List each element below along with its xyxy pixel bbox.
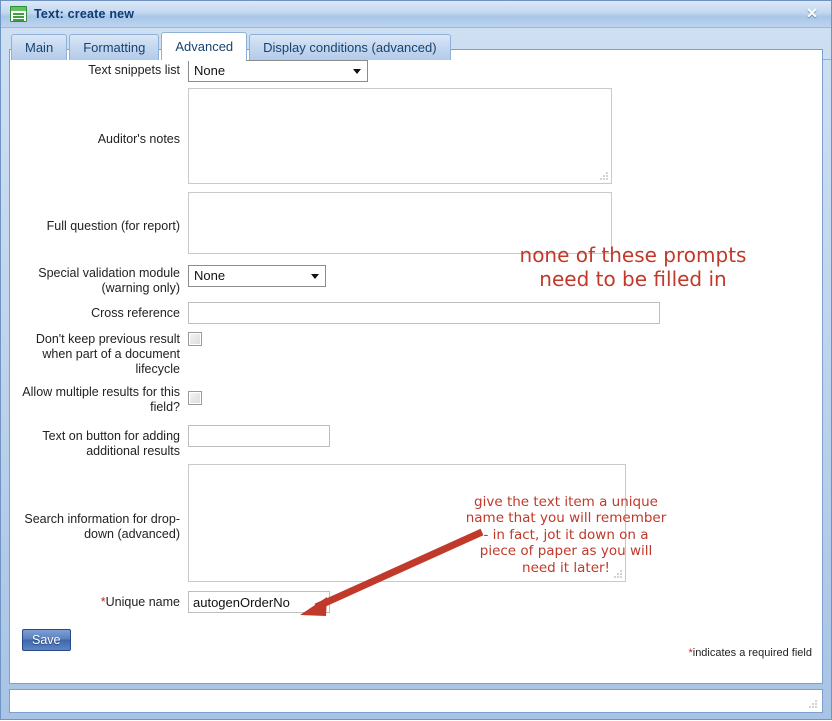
text-snippets-list-value: None bbox=[194, 63, 226, 78]
field-row-auditors-notes: Auditor's notes bbox=[10, 88, 822, 189]
tab-panel-advanced: Text snippets list None Auditor's notes bbox=[9, 49, 823, 684]
save-button[interactable]: Save bbox=[22, 629, 71, 651]
field-row-special-validation: Special validation module (warning only)… bbox=[10, 262, 822, 296]
label-unique-name: *Unique name bbox=[10, 591, 188, 610]
unique-name-label-text: Unique name bbox=[105, 595, 180, 609]
special-validation-select[interactable]: None bbox=[188, 265, 326, 287]
allow-multiple-checkbox[interactable] bbox=[188, 391, 202, 405]
label-button-text: Text on button for adding additional res… bbox=[42, 429, 180, 458]
label-special-validation-module: Special validation module (warning only) bbox=[38, 266, 180, 295]
field-row-text-snippets: Text snippets list None bbox=[10, 60, 822, 82]
search-information-textarea[interactable] bbox=[188, 464, 626, 582]
dialog-window: Text: create new ✕ Main Formatting Advan… bbox=[0, 0, 832, 720]
text-snippets-list-select[interactable]: None bbox=[188, 60, 368, 82]
field-row-full-question: Full question (for report) bbox=[10, 192, 822, 259]
label-search-information: Search information for drop-down (advanc… bbox=[24, 512, 180, 541]
full-question-textarea[interactable] bbox=[188, 192, 612, 254]
button-text-input[interactable] bbox=[188, 425, 330, 447]
label-cross-reference: Cross reference bbox=[91, 306, 180, 320]
tab-formatting[interactable]: Formatting bbox=[69, 34, 160, 60]
tab-advanced[interactable]: Advanced bbox=[161, 32, 248, 61]
chevron-down-icon bbox=[311, 274, 319, 279]
field-row-button-text: Text on button for adding additional res… bbox=[10, 425, 822, 459]
document-list-icon bbox=[10, 6, 27, 22]
special-validation-value: None bbox=[194, 268, 226, 283]
tab-main[interactable]: Main bbox=[11, 34, 68, 60]
cross-reference-input[interactable] bbox=[188, 302, 660, 324]
label-dont-keep-previous-result: Don't keep previous result when part of … bbox=[35, 332, 180, 376]
field-row-unique-name: *Unique name bbox=[10, 591, 822, 613]
status-bar bbox=[9, 689, 823, 713]
title-bar: Text: create new ✕ bbox=[1, 1, 831, 28]
window-title: Text: create new bbox=[34, 7, 135, 21]
close-icon[interactable]: ✕ bbox=[802, 4, 822, 22]
advanced-form: Text snippets list None Auditor's notes bbox=[10, 50, 822, 613]
chevron-down-icon bbox=[353, 69, 361, 74]
label-allow-multiple-results: Allow multiple results for this field? bbox=[22, 385, 180, 414]
label-text-snippets-list: Text snippets list bbox=[88, 63, 180, 77]
field-row-search-information: Search information for drop-down (advanc… bbox=[10, 464, 822, 587]
required-field-note: *indicates a required field bbox=[688, 647, 812, 659]
label-auditors-notes: Auditor's notes bbox=[97, 132, 180, 146]
field-row-dont-keep-previous: Don't keep previous result when part of … bbox=[10, 332, 822, 377]
tab-display-conditions[interactable]: Display conditions (advanced) bbox=[249, 34, 451, 60]
resize-grip-icon[interactable] bbox=[809, 700, 818, 709]
dont-keep-previous-checkbox[interactable] bbox=[188, 332, 202, 346]
required-note-text: indicates a required field bbox=[692, 647, 812, 659]
unique-name-input[interactable] bbox=[188, 591, 330, 613]
auditors-notes-textarea[interactable] bbox=[188, 88, 612, 184]
field-row-allow-multiple: Allow multiple results for this field? bbox=[10, 385, 822, 415]
field-row-cross-reference: Cross reference bbox=[10, 302, 822, 324]
label-full-question: Full question (for report) bbox=[46, 219, 180, 233]
